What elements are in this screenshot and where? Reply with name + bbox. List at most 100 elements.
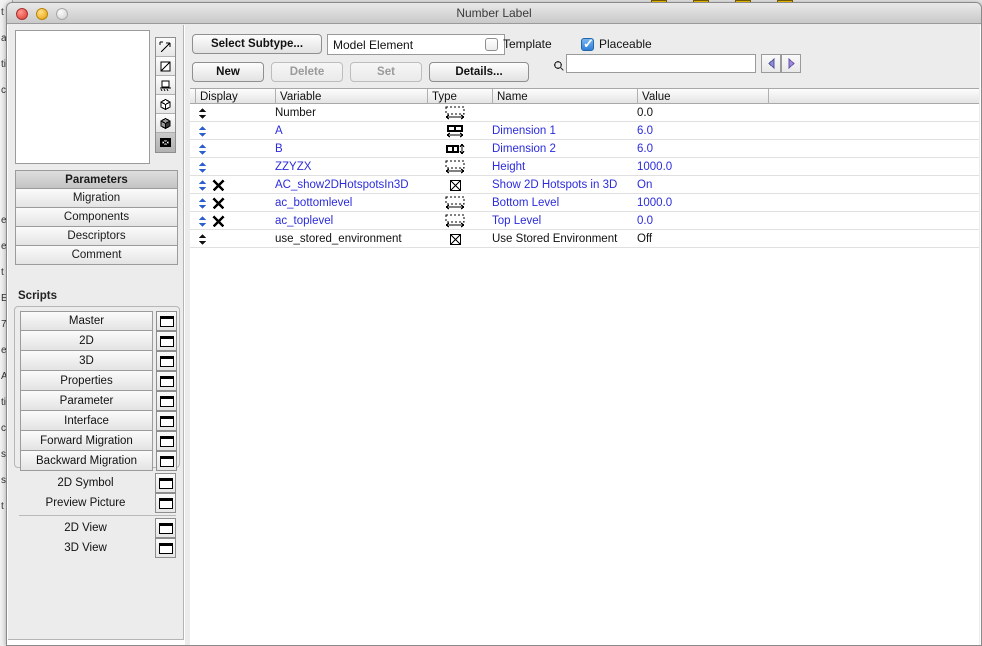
display-toggle-icon[interactable]: [194, 122, 210, 140]
locked-x-icon[interactable]: [210, 194, 226, 212]
cell-variable[interactable]: A: [275, 122, 427, 140]
misc-row-3d-view[interactable]: 3D View: [19, 538, 176, 558]
script-row-parameter[interactable]: Parameter: [20, 391, 177, 411]
open-3d-view-window-icon[interactable]: [155, 538, 176, 558]
open-2d-symbol-window-icon[interactable]: [155, 473, 176, 493]
table-row[interactable]: ac_bottomlevel Bottom Level 1000.0: [190, 194, 979, 212]
set-button[interactable]: Set: [350, 62, 422, 82]
select-subtype-button[interactable]: Select Subtype...: [192, 34, 322, 54]
table-row[interactable]: ZZYZX Height 1000.0: [190, 158, 979, 176]
floor-plan-symbol-icon[interactable]: [156, 38, 175, 57]
cell-value[interactable]: Off: [637, 230, 768, 248]
cell-name[interactable]: Top Level: [492, 212, 637, 230]
cell-name[interactable]: Dimension 1: [492, 122, 637, 140]
table-row[interactable]: B Dimension 2 6.0: [190, 140, 979, 158]
placeable-checkbox-row[interactable]: Placeable: [581, 36, 652, 52]
script-row-interface[interactable]: Interface: [20, 411, 177, 431]
search-input[interactable]: [566, 54, 756, 73]
script-name-button[interactable]: Forward Migration: [20, 431, 153, 451]
triangle-left-icon[interactable]: [761, 54, 781, 73]
script-name-button[interactable]: 3D: [20, 351, 153, 371]
placeable-checkbox[interactable]: [581, 36, 594, 52]
cell-variable[interactable]: ac_bottomlevel: [275, 194, 427, 212]
column-header-display[interactable]: Display: [195, 89, 275, 104]
open-script-window-icon[interactable]: [156, 411, 177, 431]
display-toggle-icon[interactable]: [194, 230, 210, 248]
cell-value[interactable]: 1000.0: [637, 158, 768, 176]
cell-name[interactable]: [492, 104, 637, 122]
template-checkbox[interactable]: [485, 37, 498, 51]
open-preview-picture-window-icon[interactable]: [155, 493, 176, 513]
cell-value[interactable]: On: [637, 176, 768, 194]
sidebar-tab-descriptors[interactable]: Descriptors: [15, 227, 178, 246]
script-row-2d[interactable]: 2D: [20, 331, 177, 351]
display-toggle-icon[interactable]: [194, 194, 210, 212]
script-row-3d[interactable]: 3D: [20, 351, 177, 371]
script-name-button[interactable]: Interface: [20, 411, 153, 431]
cell-name[interactable]: Show 2D Hotspots in 3D: [492, 176, 637, 194]
cell-value[interactable]: 0.0: [637, 104, 768, 122]
table-row[interactable]: A Dimension 1 6.0: [190, 122, 979, 140]
sidebar-tab-comment[interactable]: Comment: [15, 246, 178, 265]
new-button[interactable]: New: [192, 62, 264, 82]
display-toggle-icon[interactable]: [194, 104, 210, 122]
cell-value[interactable]: 1000.0: [637, 194, 768, 212]
cell-variable[interactable]: AC_show2DHotspotsIn3D: [275, 176, 427, 194]
display-toggle-icon[interactable]: [194, 212, 210, 230]
display-toggle-icon[interactable]: [194, 158, 210, 176]
cell-variable[interactable]: use_stored_environment: [275, 230, 427, 248]
axonometry-wireframe-icon[interactable]: [156, 95, 175, 114]
table-row[interactable]: ac_toplevel Top Level 0.0: [190, 212, 979, 230]
preview-picture-icon[interactable]: [156, 133, 175, 152]
sidebar-tab-migration[interactable]: Migration: [15, 189, 178, 208]
script-row-backward-migration[interactable]: Backward Migration: [20, 451, 177, 471]
open-script-window-icon[interactable]: [156, 391, 177, 411]
locked-x-icon[interactable]: [210, 212, 226, 230]
open-script-window-icon[interactable]: [156, 451, 177, 471]
open-script-window-icon[interactable]: [156, 331, 177, 351]
script-name-button[interactable]: 2D: [20, 331, 153, 351]
section-symbol-icon[interactable]: [156, 57, 175, 76]
column-header-extra[interactable]: [768, 89, 981, 104]
display-toggle-icon[interactable]: [194, 140, 210, 158]
misc-row-2d-view[interactable]: 2D View: [19, 518, 176, 538]
subtype-value-field[interactable]: Model Element: [327, 34, 505, 55]
cell-value[interactable]: 0.0: [637, 212, 768, 230]
script-row-master[interactable]: Master: [20, 311, 177, 331]
open-script-window-icon[interactable]: [156, 371, 177, 391]
cell-value[interactable]: 6.0: [637, 122, 768, 140]
script-row-forward-migration[interactable]: Forward Migration: [20, 431, 177, 451]
script-row-properties[interactable]: Properties: [20, 371, 177, 391]
open-script-window-icon[interactable]: [156, 311, 177, 331]
cell-value[interactable]: 6.0: [637, 140, 768, 158]
details-button[interactable]: Details...: [429, 62, 529, 82]
cell-name[interactable]: Use Stored Environment: [492, 230, 637, 248]
cell-variable[interactable]: Number: [275, 104, 427, 122]
locked-x-icon[interactable]: [210, 176, 226, 194]
script-name-button[interactable]: Parameter: [20, 391, 153, 411]
open-script-window-icon[interactable]: [156, 431, 177, 451]
table-row[interactable]: Number 0.0: [190, 104, 979, 122]
axonometry-solid-icon[interactable]: [156, 114, 175, 133]
script-name-button[interactable]: Properties: [20, 371, 153, 391]
column-header-name[interactable]: Name: [492, 89, 637, 104]
script-name-button[interactable]: Backward Migration: [20, 451, 153, 471]
column-header-type[interactable]: Type: [427, 89, 492, 104]
open-2d-view-window-icon[interactable]: [155, 518, 176, 538]
cell-name[interactable]: Dimension 2: [492, 140, 637, 158]
column-header-value[interactable]: Value: [637, 89, 768, 104]
sidebar-tab-components[interactable]: Components: [15, 208, 178, 227]
elevation-symbol-icon[interactable]: [156, 76, 175, 95]
misc-row-2d-symbol[interactable]: 2D Symbol: [19, 473, 176, 493]
triangle-right-icon[interactable]: [781, 54, 801, 73]
display-toggle-icon[interactable]: [194, 176, 210, 194]
cell-name[interactable]: Height: [492, 158, 637, 176]
misc-row-preview-picture[interactable]: Preview Picture: [19, 493, 176, 513]
script-name-button[interactable]: Master: [20, 311, 153, 331]
table-row[interactable]: use_stored_environment Use Stored Enviro…: [190, 230, 979, 248]
window-titlebar[interactable]: Number Label: [7, 3, 981, 24]
cell-variable[interactable]: ac_toplevel: [275, 212, 427, 230]
preview-thumbnail[interactable]: [15, 30, 150, 164]
cell-name[interactable]: Bottom Level: [492, 194, 637, 212]
open-script-window-icon[interactable]: [156, 351, 177, 371]
